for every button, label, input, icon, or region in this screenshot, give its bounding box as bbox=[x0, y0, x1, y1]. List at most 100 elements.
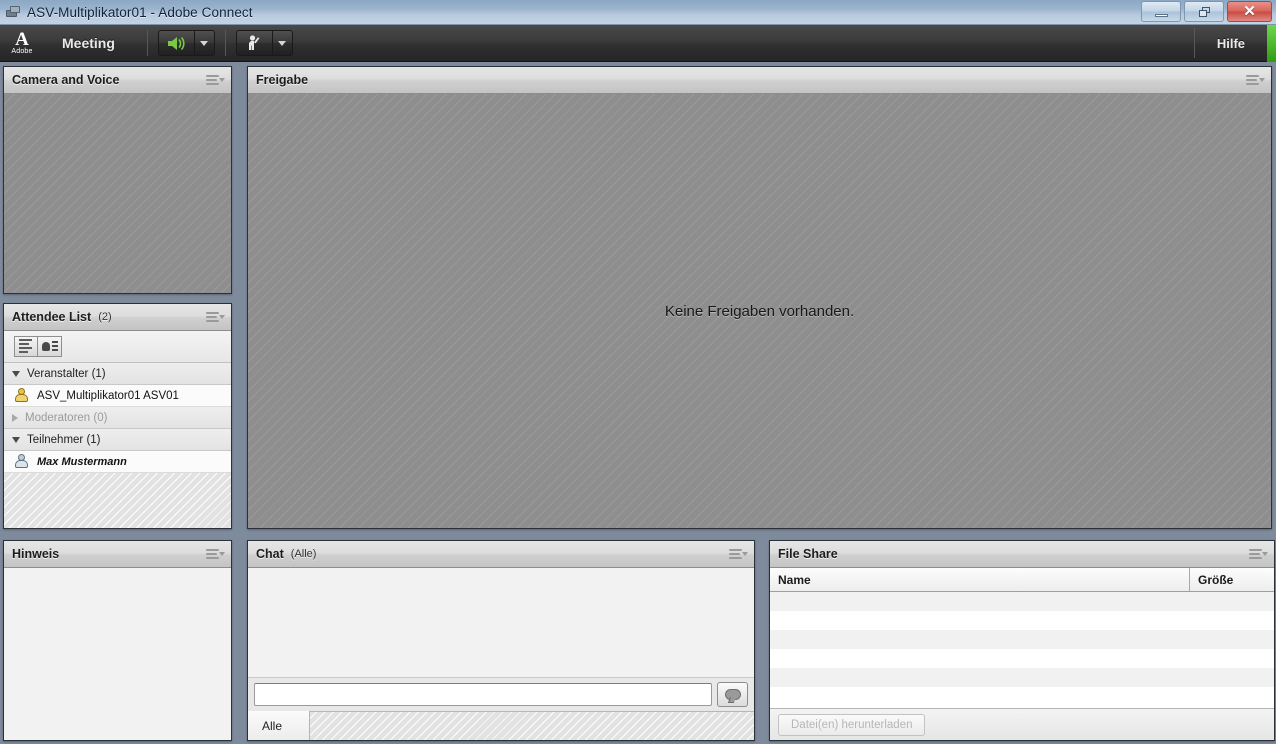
pod-options-icon[interactable] bbox=[1249, 549, 1268, 561]
pod-options-icon[interactable] bbox=[206, 312, 225, 324]
toolbar-right-group: Hilfe bbox=[1193, 24, 1276, 62]
chat-message-log bbox=[248, 568, 754, 677]
speaker-dropdown-button[interactable] bbox=[193, 30, 215, 56]
chat-send-button[interactable] bbox=[717, 682, 748, 707]
attendee-group-presenters[interactable]: Moderatoren (0) bbox=[4, 407, 231, 429]
close-icon: ✕ bbox=[1243, 3, 1256, 20]
column-header-size[interactable]: Größe bbox=[1190, 568, 1274, 591]
pod-header: Attendee List (2) bbox=[4, 304, 231, 331]
chevron-down-icon bbox=[200, 40, 209, 46]
window-title-bar: ASV-Multiplikator01 - Adobe Connect ✕ bbox=[0, 0, 1276, 25]
chat-tab-bar: Alle bbox=[248, 711, 754, 740]
pod-header: Camera and Voice bbox=[4, 67, 231, 94]
card-view-button[interactable] bbox=[38, 336, 62, 357]
chevron-down-icon bbox=[278, 40, 287, 46]
file-share-footer: Datei(en) herunterladen bbox=[770, 708, 1274, 740]
pod-header: Freigabe bbox=[248, 67, 1271, 94]
attendee-row-host[interactable]: ASV_Multiplikator01 ASV01 bbox=[4, 385, 231, 407]
pod-options-icon[interactable] bbox=[206, 549, 225, 561]
chevron-right-icon bbox=[12, 413, 18, 422]
group-label: Teilnehmer (1) bbox=[27, 433, 101, 446]
pod-title: Hinweis bbox=[12, 547, 60, 561]
file-share-pod: File Share Name Größe Datei(en) herunter… bbox=[769, 540, 1275, 741]
note-pod-body[interactable] bbox=[4, 568, 231, 740]
chat-input[interactable] bbox=[254, 683, 712, 706]
raise-hand-button[interactable] bbox=[235, 30, 272, 56]
attendee-group-participants[interactable]: Teilnehmer (1) bbox=[4, 429, 231, 451]
pod-options-icon[interactable] bbox=[729, 549, 748, 561]
raise-hand-icon bbox=[249, 35, 260, 50]
attendee-row-participant[interactable]: Max Mustermann bbox=[4, 451, 231, 473]
help-button[interactable]: Hilfe bbox=[1195, 36, 1267, 51]
camera-and-voice-pod: Camera and Voice bbox=[3, 66, 232, 294]
file-share-column-headers: Name Größe bbox=[770, 568, 1274, 592]
adobe-logo-word: Adobe bbox=[11, 47, 33, 55]
hand-dropdown-button[interactable] bbox=[271, 30, 293, 56]
chevron-down-icon bbox=[12, 370, 20, 377]
attendee-empty-area bbox=[4, 473, 231, 528]
pod-options-icon[interactable] bbox=[206, 75, 225, 87]
pod-options-icon[interactable] bbox=[1246, 75, 1265, 87]
share-pod: Freigabe Keine Freigaben vorhanden. bbox=[247, 66, 1272, 529]
pod-title: File Share bbox=[778, 547, 838, 561]
meeting-menu[interactable]: Meeting bbox=[62, 35, 115, 51]
pod-title: Freigabe bbox=[256, 73, 309, 87]
attendee-pod-body: Veranstalter (1) ASV_Multiplikator01 ASV… bbox=[4, 331, 231, 528]
window-controls: ✕ bbox=[1141, 1, 1272, 22]
camera-pod-body bbox=[4, 94, 231, 293]
adobe-connect-window: ASV-Multiplikator01 - Adobe Connect ✕ A … bbox=[0, 0, 1276, 744]
attendee-count: (2) bbox=[98, 311, 112, 323]
participant-user-icon bbox=[14, 454, 29, 469]
chat-input-row bbox=[248, 677, 754, 711]
attendee-name: ASV_Multiplikator01 ASV01 bbox=[37, 389, 179, 402]
pod-header: File Share bbox=[770, 541, 1274, 568]
speaker-on-icon bbox=[168, 36, 185, 50]
group-label: Veranstalter (1) bbox=[27, 367, 106, 380]
toolbar-divider-2 bbox=[224, 30, 226, 56]
minimize-icon bbox=[1154, 13, 1168, 17]
chat-pod: Chat (Alle) Alle bbox=[247, 540, 755, 741]
table-row bbox=[770, 649, 1274, 668]
table-row bbox=[770, 668, 1274, 687]
chat-bubble-icon bbox=[724, 689, 741, 700]
toolbar-divider bbox=[146, 30, 148, 56]
card-view-icon bbox=[41, 340, 58, 353]
table-row bbox=[770, 630, 1274, 649]
chevron-down-icon bbox=[12, 436, 20, 443]
pod-title: Camera and Voice bbox=[12, 73, 120, 87]
restore-icon bbox=[1198, 6, 1210, 17]
pod-title: Attendee List bbox=[12, 310, 92, 324]
speaker-control-group bbox=[157, 30, 215, 56]
adobe-logo-mark: A bbox=[15, 28, 29, 50]
share-empty-message: Keine Freigaben vorhanden. bbox=[664, 302, 855, 320]
table-row bbox=[770, 592, 1274, 611]
host-user-icon bbox=[14, 388, 29, 403]
adobe-logo-icon: A Adobe bbox=[6, 27, 38, 60]
note-pod: Hinweis bbox=[3, 540, 232, 741]
table-row bbox=[770, 687, 1274, 706]
attendee-name: Max Mustermann bbox=[37, 455, 127, 468]
app-toolbar: A Adobe Meeting Hilfe bbox=[0, 24, 1276, 62]
window-title: ASV-Multiplikator01 - Adobe Connect bbox=[27, 4, 253, 20]
pod-header: Chat (Alle) bbox=[248, 541, 754, 568]
app-icon bbox=[5, 4, 21, 20]
list-view-button[interactable] bbox=[14, 336, 38, 357]
attendee-view-toolbar bbox=[4, 331, 231, 363]
minimize-button[interactable] bbox=[1141, 1, 1181, 22]
attendee-group-hosts[interactable]: Veranstalter (1) bbox=[4, 363, 231, 385]
chat-tab-label: Alle bbox=[262, 718, 283, 733]
status-accent-bar bbox=[1267, 24, 1276, 62]
chat-tab-alle[interactable]: Alle bbox=[248, 711, 310, 740]
file-share-rows bbox=[770, 592, 1274, 708]
restore-button[interactable] bbox=[1184, 1, 1224, 22]
hand-control-group bbox=[235, 30, 293, 56]
pod-title: Chat bbox=[256, 547, 284, 561]
list-view-icon bbox=[18, 338, 34, 355]
speaker-toggle-button[interactable] bbox=[157, 30, 194, 56]
download-files-button[interactable]: Datei(en) herunterladen bbox=[778, 713, 926, 736]
close-button[interactable]: ✕ bbox=[1227, 1, 1272, 22]
column-header-name[interactable]: Name bbox=[770, 568, 1190, 591]
group-label: Moderatoren (0) bbox=[25, 411, 108, 424]
chat-scope-label: (Alle) bbox=[290, 548, 317, 560]
attendee-list-pod: Attendee List (2) Veranstalter (1) ASV_M… bbox=[3, 303, 232, 529]
